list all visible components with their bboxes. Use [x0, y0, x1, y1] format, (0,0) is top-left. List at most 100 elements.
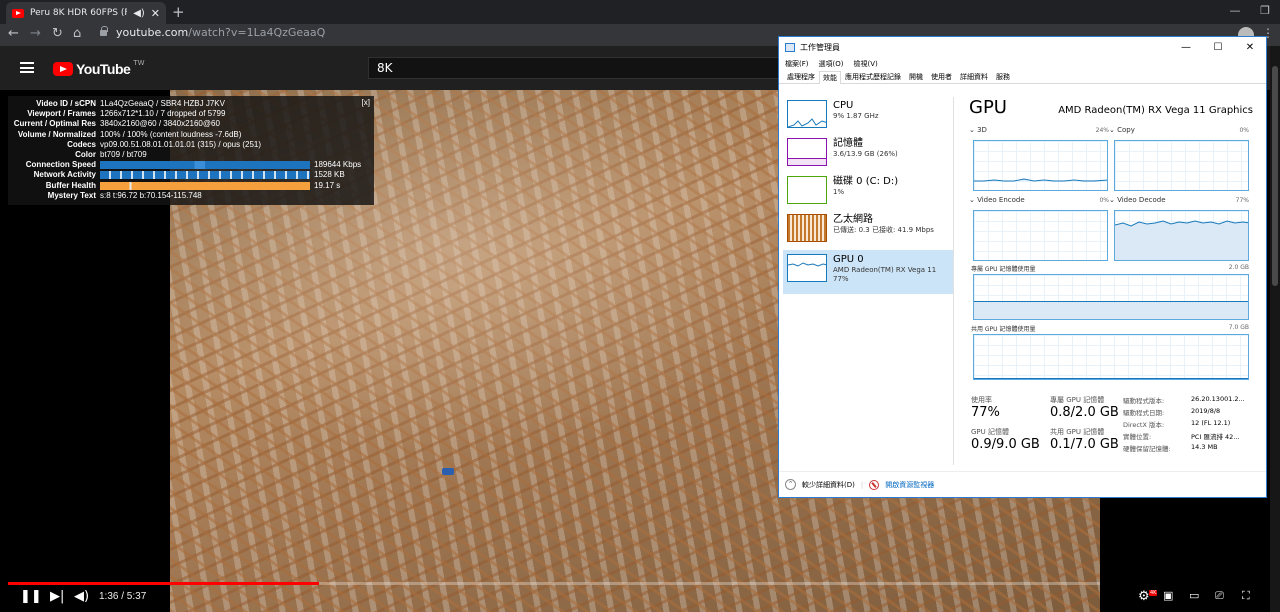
forward-button[interactable]: → — [30, 26, 41, 41]
buffer-health-graph — [100, 181, 310, 190]
gpu-thumbnail-graph — [787, 254, 827, 282]
stats-row: Current / Optimal Res 3840x2160@60 / 3840… — [13, 119, 220, 129]
graph-video-decode — [1114, 210, 1249, 261]
tm-title: 工作管理員 — [800, 42, 840, 52]
browser-tabstrip: Peru 8K HDR 60FPS (FUHD ◀) ✕ + — ❐ — [0, 0, 1280, 24]
chevron-up-icon[interactable]: ⌃ — [785, 479, 796, 490]
progress-bar[interactable] — [8, 582, 1100, 585]
info-driver-version: 26.20.13001.2... — [1191, 395, 1245, 403]
home-button[interactable]: ⌂ — [73, 26, 81, 41]
engine-label-copy[interactable]: ⌄ Copy — [1109, 126, 1135, 134]
info-location: PCI 匯流排 42... — [1191, 433, 1240, 441]
menu-view[interactable]: 檢視(V) — [853, 59, 877, 69]
volume-icon[interactable]: ◀) — [74, 589, 89, 604]
resource-ethernet[interactable]: 乙太網路 已傳送: 0.3 已接收: 41.9 Mbps — [783, 210, 953, 254]
address-bar[interactable]: youtube.com/watch?v=1La4QzGeaaQ — [116, 26, 325, 39]
new-tab-button[interactable]: + — [172, 3, 185, 21]
engine-pct-video-encode: 0% — [1099, 197, 1109, 204]
gpu-title: GPU — [969, 97, 1007, 118]
close-tab-icon[interactable]: ✕ — [151, 7, 160, 20]
reload-button[interactable]: ↻ — [52, 26, 63, 41]
minimize-button[interactable]: — — [1220, 0, 1250, 24]
gpu-model: AMD Radeon(TM) RX Vega 11 Graphics — [1058, 105, 1253, 116]
tab-users[interactable]: 使用者 — [927, 70, 956, 83]
back-button[interactable]: ← — [8, 26, 19, 41]
engine-pct-copy: 0% — [1239, 127, 1249, 134]
stats-close-button[interactable]: [x] — [362, 98, 370, 107]
ethernet-thumbnail-graph — [787, 214, 827, 242]
open-resource-monitor-link[interactable]: 開啟資源監視器 — [885, 480, 934, 490]
search-input[interactable]: 8K — [368, 57, 788, 79]
engine-label-3d[interactable]: ⌄ 3D — [969, 126, 987, 134]
graph-shared-memory — [973, 334, 1249, 380]
stats-row: Mystery Text s:8 t:96.72 b:70.154-115.748 — [47, 190, 202, 200]
restore-button[interactable]: ❐ — [1250, 0, 1280, 24]
url-host: youtube.com — [116, 26, 189, 39]
graph-copy — [1114, 140, 1249, 191]
tm-menubar: 檔案(F) 選項(O) 檢視(V) — [779, 57, 1266, 70]
engine-label-video-decode[interactable]: ⌄ Video Decode — [1109, 196, 1166, 204]
shared-memory-graph-label: 共用 GPU 記憶體使用量 — [971, 326, 1036, 333]
task-manager-icon — [785, 42, 795, 52]
stats-row-connection: Connection Speed 189644 Kbps — [25, 160, 362, 170]
stats-for-nerds-panel: [x] Video ID / sCPN 1La4QzGeaaQ / SBR4 HZ… — [8, 96, 374, 205]
cast-icon[interactable]: ⎚ — [1215, 589, 1224, 603]
stat-shared-memory: 共用 GPU 記憶體 0.1/7.0 GB — [1050, 428, 1119, 452]
resource-list: CPU 9% 1.87 GHz 記憶體 3.6/13.9 GB (26%) 磁碟 0… — [783, 92, 953, 470]
logo-text: YouTube — [76, 61, 131, 77]
theater-mode-icon[interactable]: ▭ — [1189, 589, 1199, 602]
time-display: 1:36 / 5:37 — [99, 591, 147, 602]
next-icon[interactable]: ▶| — [50, 589, 64, 604]
stats-row: Codecs vp09.00.51.08.01.01.01.01 (315) / … — [67, 139, 262, 149]
hamburger-menu-icon[interactable] — [20, 62, 34, 73]
stats-row-network: Network Activity 1528 KB — [33, 170, 345, 180]
info-driver-version-label: 驅動程式版本: — [1123, 397, 1165, 405]
stat-utilization: 使用率 77% — [971, 396, 1000, 420]
progress-played — [8, 582, 320, 585]
tm-minimize-button[interactable]: — — [1170, 42, 1202, 53]
tab-services[interactable]: 服務 — [992, 70, 1014, 83]
memory-thumbnail-graph — [787, 138, 827, 166]
stats-row: Video ID / sCPN 1La4QzGeaaQ / SBR4 HZBJ J… — [36, 99, 225, 108]
dedicated-memory-graph-label: 專屬 GPU 記憶體使用量 — [971, 266, 1036, 273]
url-path: /watch?v=1La4QzGeaaQ — [188, 26, 326, 39]
panel-divider — [953, 97, 954, 465]
fewer-details-link[interactable]: 較少詳細資料(D) — [802, 480, 855, 490]
browser-tab[interactable]: Peru 8K HDR 60FPS (FUHD ◀) ✕ — [6, 2, 166, 24]
tab-performance[interactable]: 效能 — [819, 71, 841, 84]
tab-startup[interactable]: 開機 — [905, 70, 927, 83]
tm-close-button[interactable]: ✕ — [1234, 42, 1266, 53]
engine-pct-video-decode: 77% — [1235, 197, 1249, 204]
stat-dedicated-memory: 專屬 GPU 記憶體 0.8/2.0 GB — [1050, 396, 1119, 420]
speaker-icon[interactable]: ◀) — [133, 8, 145, 19]
hd-badge: 4K — [1149, 590, 1158, 596]
info-directx: 12 (FL 12.1) — [1191, 419, 1231, 427]
stat-gpu-memory: GPU 記憶體 0.9/9.0 GB — [971, 428, 1040, 452]
settings-gear-icon[interactable]: ⚙ — [1138, 589, 1150, 604]
menu-options[interactable]: 選項(O) — [819, 59, 844, 69]
tm-window-controls: — ☐ ✕ — [1170, 42, 1266, 53]
window-controls: — ❐ — [1220, 0, 1280, 24]
info-location-label: 實體位置: — [1123, 433, 1152, 441]
miniplayer-icon[interactable]: ▣ — [1163, 589, 1173, 602]
menu-file[interactable]: 檔案(F) — [785, 59, 809, 69]
resource-gpu[interactable]: GPU 0 AMD Radeon(TM) RX Vega 11 77% — [783, 250, 953, 294]
graph-3d — [973, 140, 1108, 191]
fullscreen-icon[interactable]: ⛶ — [1242, 589, 1250, 603]
tab-app-history[interactable]: 應用程式歷程記錄 — [841, 70, 905, 83]
disk-thumbnail-graph — [787, 176, 827, 204]
info-driver-date: 2019/8/8 — [1191, 407, 1221, 415]
youtube-logo[interactable]: YouTube TW — [53, 59, 145, 77]
tab-processes[interactable]: 處理程序 — [783, 70, 819, 83]
page-scrollbar[interactable] — [1270, 46, 1280, 612]
pause-icon[interactable]: ❚❚ — [20, 589, 42, 604]
task-manager-window: 工作管理員 — ☐ ✕ 檔案(F) 選項(O) 檢視(V) 處理程序 效能 應用… — [778, 36, 1267, 498]
video-blue-spot — [442, 468, 454, 475]
engine-label-video-encode[interactable]: ⌄ Video Encode — [969, 196, 1025, 204]
tab-details[interactable]: 詳細資料 — [956, 70, 992, 83]
dedicated-memory-max: 2.0 GB — [1228, 264, 1249, 271]
resource-monitor-icon[interactable] — [869, 479, 880, 490]
scroll-thumb[interactable] — [1272, 66, 1278, 286]
lock-icon[interactable] — [100, 26, 108, 36]
tm-maximize-button[interactable]: ☐ — [1202, 42, 1234, 53]
